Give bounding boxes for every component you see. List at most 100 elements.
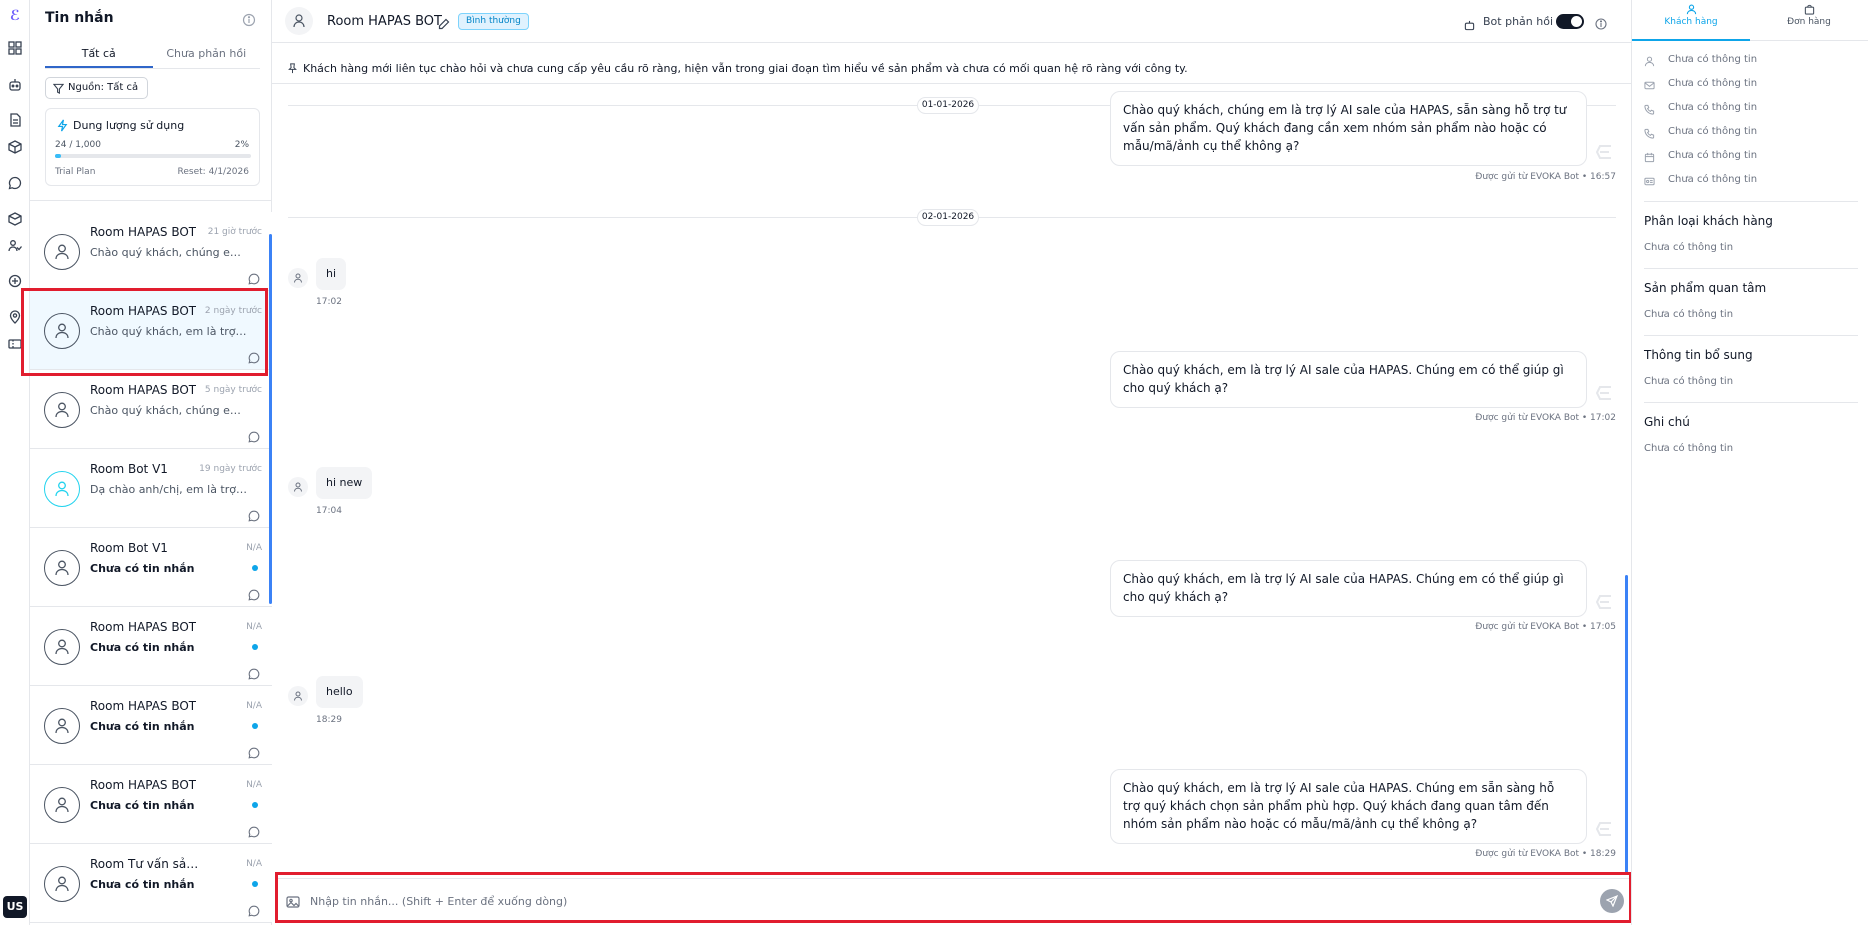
chat-avatar	[285, 7, 313, 35]
message-bubble-icon	[248, 665, 260, 680]
tab-customer-label: Khách hàng	[1664, 17, 1718, 27]
source-filter-button[interactable]: Nguồn: Tất cả	[45, 77, 149, 99]
ticket-icon[interactable]	[8, 336, 22, 350]
room-name: Room Bot V1	[90, 462, 168, 476]
bot-message: Chào quý khách, em là trợ lý AI sale của…	[1110, 351, 1587, 408]
room-name: Room HAPAS BOT	[90, 699, 197, 713]
room-item[interactable]: Room Bot V1 N/A Chưa có tin nhắn	[30, 528, 272, 607]
bot-icon	[1464, 16, 1475, 31]
room-avatar	[44, 787, 80, 823]
conversation-summary: Khách hàng mới liên tục chào hỏi và chưa…	[272, 54, 1631, 84]
bot-message-meta: Được gửi từ EVOKA Bot • 17:05	[1475, 622, 1616, 632]
section-value: Chưa có thông tin	[1644, 376, 1734, 387]
edit-icon[interactable]	[438, 15, 450, 30]
section-title: Phân loại khách hàng	[1644, 214, 1773, 228]
info-value: Chưa có thông tin	[1668, 54, 1758, 65]
message-bubble-icon	[248, 902, 260, 917]
usage-progress-bar	[55, 154, 251, 158]
info-icon[interactable]	[242, 12, 256, 27]
bot-reply-toggle[interactable]	[1556, 14, 1584, 29]
shopping-bag-icon	[1804, 4, 1814, 15]
room-time: N/A	[246, 859, 262, 869]
bot-brand-icon	[1595, 594, 1613, 610]
user-icon	[55, 718, 69, 734]
user-icon	[294, 273, 302, 283]
customer-panel: Khách hàng Đơn hàng Chưa có thông tin Ch…	[1631, 0, 1868, 925]
package-icon[interactable]	[8, 139, 22, 154]
section-value: Chưa có thông tin	[1644, 309, 1734, 320]
room-time: N/A	[246, 543, 262, 553]
divider	[30, 200, 272, 201]
mail-icon	[1644, 81, 1655, 90]
users-icon[interactable]	[8, 238, 22, 252]
room-preview: Chào quý khách, chúng em là trợ lý AI sa…	[90, 246, 250, 259]
room-preview: Chưa có tin nhắn	[90, 720, 195, 733]
unread-dot	[252, 802, 258, 808]
phone-icon	[1644, 104, 1655, 115]
toggle-knob	[1571, 16, 1582, 27]
app-logo-icon[interactable]: ℰ	[7, 8, 23, 24]
room-preview: Chưa có tin nhắn	[90, 641, 195, 654]
conversation-panel: Tin nhắn Tất cả Chưa phản hồi Nguồn: Tất…	[30, 0, 272, 925]
source-filter-label: Nguồn: Tất cả	[68, 82, 139, 93]
user-avatar	[288, 268, 308, 288]
user-avatar	[288, 477, 308, 497]
chat-title: Room HAPAS BOT	[327, 14, 442, 29]
room-avatar	[44, 708, 80, 744]
user-icon	[1644, 56, 1655, 67]
info-value: Chưa có thông tin	[1668, 174, 1758, 185]
room-item[interactable]: Room Tư vấn sản phẩm mới N/A Chưa có tin n…	[30, 844, 272, 923]
date-separator: 01-01-2026	[917, 97, 979, 114]
conversation-panel-title: Tin nhắn	[45, 10, 114, 26]
room-item[interactable]: Room HAPAS BOT 5 ngày trước Chào quý khách…	[30, 370, 272, 449]
document-icon[interactable]	[8, 112, 22, 127]
user-icon	[55, 876, 69, 892]
user-icon	[1686, 4, 1696, 15]
bot-brand-icon	[1595, 385, 1613, 401]
bot-message-meta: Được gửi từ EVOKA Bot • 18:29	[1475, 849, 1616, 859]
usage-title: Dung lượng sử dụng	[73, 119, 185, 132]
location-icon[interactable]	[8, 309, 22, 324]
unread-dot	[252, 881, 258, 887]
chat-icon[interactable]	[8, 175, 22, 190]
user-icon	[293, 14, 305, 28]
status-badge: Bình thường	[458, 13, 529, 30]
room-preview: Chưa có tin nhắn	[90, 878, 195, 891]
dashboard-icon[interactable]	[8, 40, 22, 55]
message-bubble-icon	[248, 823, 260, 838]
tab-customer[interactable]: Khách hàng	[1632, 0, 1750, 41]
room-item[interactable]: Room HAPAS BOT N/A Chưa có tin nhắn	[30, 765, 272, 844]
room-name: Room HAPAS BOT	[90, 778, 197, 792]
room-name: Room Tư vấn sản phẩm mới	[90, 857, 205, 871]
room-item[interactable]: Room HAPAS BOT N/A Chưa có tin nhắn	[30, 607, 272, 686]
usage-percent: 2%	[234, 140, 249, 150]
room-name: Room HAPAS BOT	[90, 383, 197, 397]
room-time: 21 giờ trước	[207, 227, 262, 237]
tab-unreplied[interactable]: Chưa phản hồi	[153, 43, 261, 68]
info-icon[interactable]	[1595, 15, 1607, 30]
add-circle-icon[interactable]	[8, 273, 22, 288]
bot-message-meta: Được gửi từ EVOKA Bot • 16:57	[1475, 172, 1616, 182]
message-list: 01-01-2026 02-01-2026 Chào quý khách, ch…	[272, 85, 1631, 870]
usage-card: Dung lượng sử dụng 24 / 1,000 2% Trial P…	[45, 108, 260, 186]
tab-all[interactable]: Tất cả	[45, 43, 153, 68]
section-title: Sản phẩm quan tâm	[1644, 281, 1767, 295]
tab-orders-label: Đơn hàng	[1787, 17, 1831, 27]
phone-alt-icon	[1644, 128, 1655, 139]
bot-icon[interactable]	[8, 77, 22, 91]
room-item[interactable]: Room Bot V1 19 ngày trước Dạ chào anh/chị,…	[30, 449, 272, 528]
room-avatar	[44, 234, 80, 270]
room-time: N/A	[246, 701, 262, 711]
tab-orders[interactable]: Đơn hàng	[1750, 0, 1868, 41]
user-message: hi	[316, 258, 347, 290]
chat-scrollbar[interactable]	[1625, 575, 1628, 875]
box-icon[interactable]	[8, 211, 22, 226]
usage-reset: Reset: 4/1/2026	[177, 167, 249, 177]
date-separator: 02-01-2026	[917, 209, 979, 226]
room-preview: Chào quý khách, chúng em là trợ lý AI sa…	[90, 404, 250, 417]
room-item[interactable]: Room HAPAS BOT N/A Chưa có tin nhắn	[30, 686, 272, 765]
user-icon	[55, 560, 69, 576]
room-item[interactable]: Room HAPAS BOT 21 giờ trước Chào quý khách…	[30, 212, 272, 291]
divider	[1644, 335, 1858, 336]
user-avatar[interactable]: US	[3, 896, 27, 918]
